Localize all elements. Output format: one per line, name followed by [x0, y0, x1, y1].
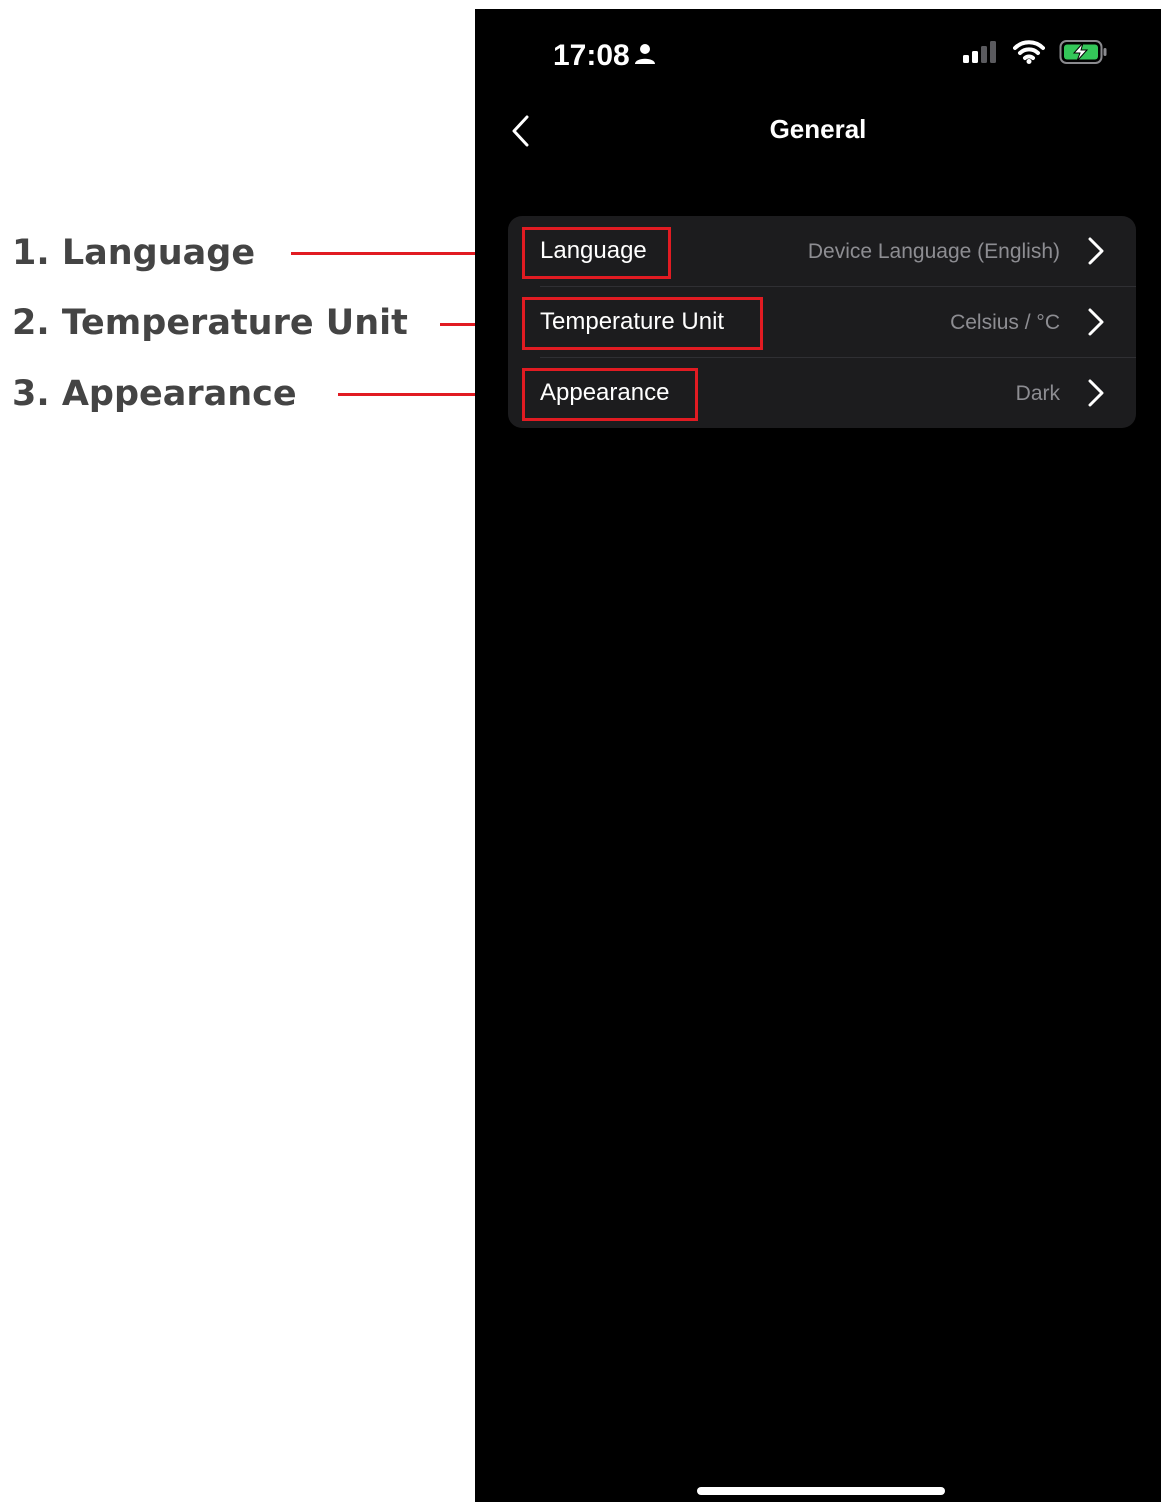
annotation-label: 3. Appearance [12, 374, 297, 414]
chevron-right-icon [1088, 379, 1104, 407]
settings-row-temperature-unit[interactable]: Temperature Unit Celsius / °C [508, 287, 1136, 357]
wifi-icon [1013, 40, 1045, 64]
home-indicator [697, 1487, 945, 1495]
annotation-label: 1. Language [12, 233, 256, 273]
settings-row-appearance[interactable]: Appearance Dark [508, 358, 1136, 428]
settings-row-label: Language [540, 237, 647, 264]
status-time: 17:08 [553, 39, 630, 72]
settings-row-label: Appearance [540, 379, 670, 406]
chevron-right-icon [1088, 237, 1104, 265]
person-icon [635, 44, 655, 64]
settings-row-language[interactable]: Language Device Language (English) [508, 216, 1136, 286]
chevron-right-icon [1088, 308, 1104, 336]
settings-list: Language Device Language (English) Tempe… [508, 216, 1136, 428]
page-title: General [769, 114, 867, 144]
settings-row-value: Device Language (English) [807, 240, 1060, 263]
phone-screen: 17:08 General Language Device Language (… [475, 9, 1161, 1502]
settings-row-label: Temperature Unit [540, 308, 725, 335]
battery-charging-icon [1059, 40, 1107, 64]
annotation-label: 2. Temperature Unit [12, 303, 408, 343]
settings-row-value: Dark [1015, 382, 1060, 405]
status-icons [963, 39, 1109, 65]
settings-row-value: Celsius / °C [950, 311, 1060, 334]
signal-icon [963, 41, 996, 63]
